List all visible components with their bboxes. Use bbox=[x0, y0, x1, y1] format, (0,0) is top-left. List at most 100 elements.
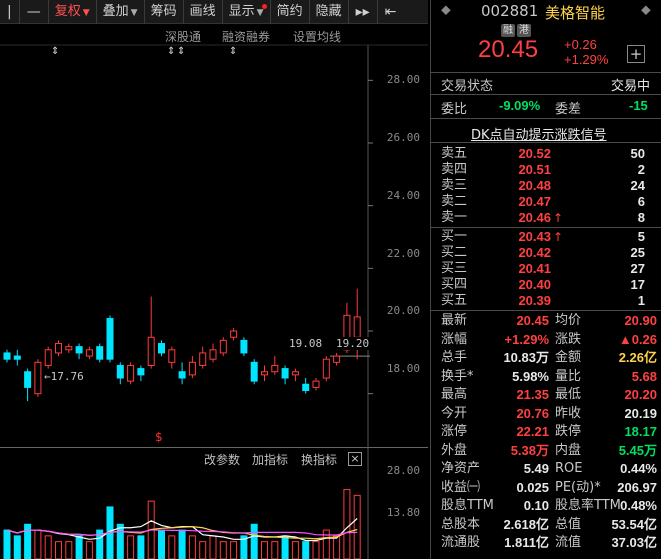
stat-value: ▲0.26 bbox=[618, 331, 657, 347]
arrow-up-icon: ↑ bbox=[553, 230, 564, 244]
volume-bar bbox=[137, 535, 145, 559]
candle-body bbox=[85, 349, 93, 357]
volume-bar bbox=[158, 529, 165, 559]
bid-row[interactable]: 买二 20.42 25 bbox=[431, 245, 661, 261]
signal-marker-icon: $ bbox=[155, 430, 163, 444]
edit-params-button[interactable]: 改参数 bbox=[204, 451, 240, 468]
hide-button[interactable]: 隐藏 bbox=[310, 0, 349, 24]
stat-row: 股息TTM 0.10 股息率TTM 0.48% bbox=[431, 497, 661, 515]
volume-bar bbox=[116, 523, 124, 559]
northbound-link[interactable]: 深股通 bbox=[165, 28, 201, 45]
ask-row[interactable]: 卖二 20.47 6 bbox=[431, 194, 661, 210]
dk-signal-link[interactable]: DK点自动提示涨跌信号 bbox=[471, 124, 607, 143]
level-volume: 25 bbox=[630, 245, 645, 260]
level-volume: 1 bbox=[637, 293, 645, 308]
level-price: 20.46 bbox=[518, 210, 551, 225]
volume-bar bbox=[75, 535, 83, 559]
kline-chart[interactable] bbox=[0, 25, 428, 559]
stat-label: 跌停 bbox=[555, 424, 582, 439]
candle-body bbox=[116, 364, 124, 379]
ask-row[interactable]: 卖五 20.52 50 bbox=[431, 146, 661, 162]
event-marker-icon[interactable]: ⇕ bbox=[51, 46, 59, 57]
level-label: 买五 bbox=[441, 293, 468, 308]
prev-stock-icon[interactable]: ⬥ bbox=[441, 2, 451, 18]
next-button[interactable]: ▸▸ bbox=[349, 0, 378, 24]
draw-line-button[interactable]: 画线 bbox=[184, 0, 223, 24]
bid-row[interactable]: 买一 20.43 ↑ 5 bbox=[431, 229, 661, 245]
level-volume: 2 bbox=[637, 162, 645, 177]
stat-value: 5.68 bbox=[631, 368, 657, 384]
add-watchlist-button[interactable]: + bbox=[627, 45, 645, 63]
level-price: 20.43 bbox=[518, 229, 551, 244]
candle-body bbox=[178, 371, 186, 379]
event-marker-icon[interactable]: ⇕ bbox=[229, 46, 237, 57]
stat-row: 净资产 5.49 ROE 0.44% bbox=[431, 460, 661, 478]
volume-bar bbox=[44, 535, 52, 559]
stat-value: 20.20 bbox=[624, 387, 657, 402]
display-dropdown[interactable]: 显示 ▼ bbox=[223, 0, 271, 24]
low-price-annotation: ←17.76 bbox=[44, 370, 84, 383]
margin-trading-link[interactable]: 融资融券 bbox=[222, 28, 270, 45]
level-volume: 6 bbox=[637, 194, 645, 209]
volume-bar bbox=[261, 541, 268, 559]
price-axis-label: 18.00 bbox=[386, 362, 420, 375]
stat-value: 5.49 bbox=[523, 461, 549, 476]
volume-bar bbox=[291, 541, 299, 559]
ask-row[interactable]: 卖三 20.48 24 bbox=[431, 178, 661, 194]
chips-button[interactable]: 筹码 bbox=[145, 0, 184, 24]
volume-bar bbox=[85, 541, 93, 559]
chevron-down-icon: ▼ bbox=[256, 7, 264, 18]
close-indicator-button[interactable]: × bbox=[348, 452, 362, 466]
price-tag-left: 19.08 bbox=[289, 337, 323, 350]
bid-row[interactable]: 买五 20.39 1 bbox=[431, 293, 661, 309]
stat-label: ROE bbox=[555, 461, 583, 476]
stat-value: 20.19 bbox=[624, 405, 657, 421]
volume-bar bbox=[209, 535, 217, 559]
bid-row[interactable]: 买四 20.40 17 bbox=[431, 277, 661, 293]
minus-button[interactable]: — bbox=[20, 0, 49, 24]
quote-panel: ⬥ 002881 美格智能 ⬥ 融 港 20.45 +0.26 +1.29% +… bbox=[430, 0, 661, 559]
price-change: +0.26 bbox=[564, 37, 597, 52]
volume-bar bbox=[302, 541, 310, 559]
level-volume: 27 bbox=[630, 261, 645, 276]
stat-row: 外盘 5.38万 内盘 5.45万 bbox=[431, 442, 661, 460]
level-label: 卖三 bbox=[441, 178, 468, 193]
chevron-down-icon: ▼ bbox=[130, 7, 138, 18]
level-label: 买一 bbox=[441, 229, 468, 244]
level-price: 20.39 bbox=[518, 293, 551, 308]
level-volume: 24 bbox=[630, 178, 645, 193]
ask-row[interactable]: 卖四 20.51 2 bbox=[431, 162, 661, 178]
volume-bar bbox=[55, 541, 62, 559]
simple-button[interactable]: 简约 bbox=[271, 0, 310, 24]
next-stock-icon[interactable]: ⬥ bbox=[641, 2, 651, 18]
stat-label: 涨幅 bbox=[441, 331, 468, 347]
level-price: 20.40 bbox=[518, 277, 551, 292]
bid-row[interactable]: 买三 20.41 27 bbox=[431, 261, 661, 277]
switch-indicator-button[interactable]: 换指标 bbox=[301, 451, 337, 468]
price-axis-label: 26.00 bbox=[386, 131, 420, 144]
stat-value: 18.17 bbox=[624, 424, 657, 439]
candle-body bbox=[271, 364, 279, 373]
add-indicator-button[interactable]: 加指标 bbox=[252, 451, 288, 468]
level-price: 20.47 bbox=[518, 194, 551, 209]
volume-bar bbox=[34, 529, 42, 559]
event-marker-icon[interactable]: ⇕ bbox=[167, 46, 175, 57]
ask-row[interactable]: 卖一 20.46 ↑ 8 bbox=[431, 210, 661, 226]
level-volume: 5 bbox=[637, 229, 645, 244]
overlay-dropdown[interactable]: 叠加 ▼ bbox=[97, 0, 145, 24]
stat-value: 5.98% bbox=[512, 368, 549, 384]
collapse-button[interactable]: | bbox=[0, 0, 20, 24]
stat-value: 53.54亿 bbox=[611, 516, 657, 532]
adjust-dropdown[interactable]: 复权 ▼ bbox=[49, 0, 97, 24]
stat-value: 20.76 bbox=[516, 405, 549, 421]
expand-button[interactable]: ⇤ bbox=[378, 0, 404, 24]
stat-label: 涨跌 bbox=[555, 331, 582, 347]
price-axis-label: 24.00 bbox=[386, 189, 420, 202]
stat-row: 涨幅 +1.29% 涨跌 ▲0.26 bbox=[431, 331, 661, 349]
event-marker-icon[interactable]: ⇕ bbox=[177, 46, 185, 57]
adjust-label: 复权 bbox=[54, 3, 81, 19]
trade-status-label: 交易状态 bbox=[441, 79, 494, 94]
overlay-label: 叠加 bbox=[102, 3, 129, 19]
stat-label: 最高 bbox=[441, 387, 468, 402]
ma-settings-link[interactable]: 设置均线 bbox=[293, 28, 341, 45]
